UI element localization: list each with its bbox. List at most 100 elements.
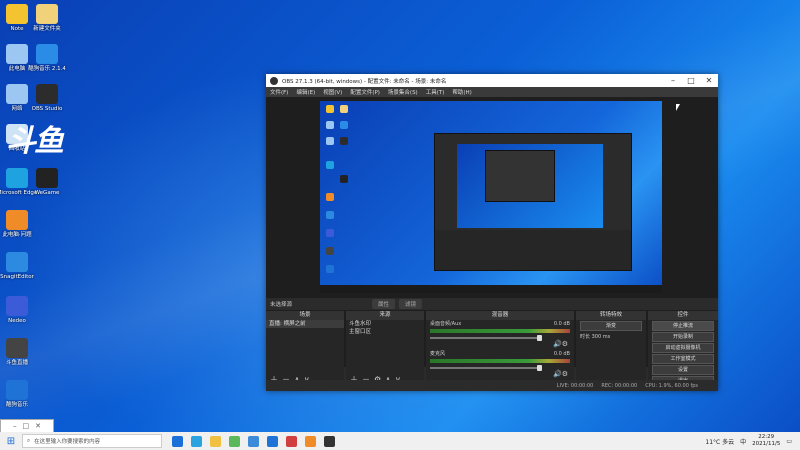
scenes-header: 场景 <box>266 311 344 320</box>
channel-name: 麦克风 <box>430 351 446 357</box>
duration-label: 时长 <box>580 334 591 340</box>
menu-file[interactable]: 文件(F) <box>270 88 288 96</box>
duration-input[interactable]: 300 ms <box>592 334 611 340</box>
start-recording-button[interactable]: 开始录制 <box>652 332 714 342</box>
mixer-header: 混音器 <box>426 311 574 320</box>
taskbar: ⊞ ⌕ 在这里输入你要搜索的内容 11°C 多云 中 22:29 2021/11… <box>0 432 800 450</box>
properties-button[interactable]: 属性 <box>372 299 396 309</box>
minimize-icon[interactable]: – <box>13 422 17 430</box>
pinned-apps <box>172 435 335 447</box>
status-bar: LIVE: 00:00:00 REC: 00:00:00 CPU: 1.9%, … <box>266 380 718 391</box>
volume-slider[interactable] <box>430 335 542 341</box>
search-box[interactable]: ⌕ 在这里输入你要搜索的内容 <box>22 434 162 448</box>
notification-popup[interactable]: – □ ✕ <box>0 419 54 433</box>
rec-time: REC: 00:00:00 <box>601 382 638 389</box>
menu-view[interactable]: 视图(V) <box>323 88 342 96</box>
input-language[interactable]: 中 <box>740 437 746 446</box>
preview-icon <box>340 175 348 183</box>
taskbar-app-icon[interactable] <box>210 435 221 447</box>
maximize-icon[interactable]: □ <box>682 76 700 85</box>
menu-profile[interactable]: 配置文件(P) <box>350 88 380 96</box>
desktop-icon[interactable]: 酷狗音乐 <box>0 380 40 409</box>
menu-help[interactable]: 帮助(H) <box>452 88 471 96</box>
weather[interactable]: 11°C 多云 <box>705 437 734 446</box>
app-icon <box>6 380 28 400</box>
preview-icon <box>326 161 334 169</box>
desktop-icon[interactable]: SnagitEditor <box>0 252 40 281</box>
controls-header: 控件 <box>648 311 718 320</box>
menu-bar: 文件(F) 编辑(E) 视图(V) 配置文件(P) 场景集合(S) 工具(T) … <box>266 87 718 97</box>
speaker-icon[interactable]: 🔊⚙ <box>553 370 568 378</box>
stop-streaming-button[interactable]: 停止推流 <box>652 321 714 331</box>
transition-select[interactable]: 渐变 <box>580 321 642 331</box>
volume-slider[interactable] <box>430 365 542 371</box>
clock[interactable]: 22:29 2021/11/5 <box>752 434 780 448</box>
desktop-icon[interactable]: WeGame <box>24 168 70 197</box>
desktop-icon[interactable]: 新建文件夹 <box>24 4 70 33</box>
preview-icon <box>326 229 334 237</box>
desktop-icon-label: WeGame <box>34 190 60 196</box>
nested-obs-capture <box>434 133 632 271</box>
desktop-icon-label: 新建文件夹 <box>33 26 61 32</box>
preview-icon <box>340 105 348 113</box>
no-source-label: 未选择源 <box>270 302 293 308</box>
menu-tools[interactable]: 工具(T) <box>426 88 445 96</box>
desktop-icon[interactable]: 斗鱼直播 <box>0 338 40 367</box>
controls-dock: 控件 停止推流 开始录制 启动虚拟摄像机 工作室模式 设置 退出 <box>648 311 718 389</box>
preview-icon <box>326 137 334 145</box>
source-toolbar: 未选择源 属性 滤镜 <box>266 298 718 310</box>
preview-icon <box>326 121 334 129</box>
preview-icon <box>340 137 348 145</box>
volume-meter <box>430 329 570 333</box>
preview-icon <box>326 193 334 201</box>
taskbar-app-icon[interactable] <box>229 435 240 447</box>
settings-button[interactable]: 设置 <box>652 365 714 375</box>
taskbar-app-icon[interactable] <box>172 435 183 447</box>
stream-preview[interactable] <box>320 101 662 293</box>
maximize-icon[interactable]: □ <box>23 422 30 430</box>
studio-mode-button[interactable]: 工作室模式 <box>652 354 714 364</box>
taskbar-app-icon[interactable] <box>191 435 202 447</box>
preview-icon <box>326 265 334 273</box>
desktop-icon[interactable]: 酷狗音乐 2.1.4 <box>24 44 70 73</box>
filters-button[interactable]: 滤镜 <box>399 299 423 309</box>
virtual-camera-button[interactable]: 启动虚拟摄像机 <box>652 343 714 353</box>
source-item[interactable]: 斗鱼水印 <box>346 320 424 328</box>
taskbar-app-icon[interactable] <box>248 435 259 447</box>
source-item[interactable]: 主窗口区 <box>346 328 424 336</box>
date: 2021/11/5 <box>752 441 781 447</box>
desktop-icon[interactable]: Nedeo <box>0 296 40 325</box>
desktop-icon[interactable]: OBS Studio <box>24 84 70 113</box>
minimize-icon[interactable]: – <box>664 76 682 85</box>
scene-item[interactable]: 直播: 横屏之前 <box>266 320 344 328</box>
mixer-channel: 桌面音频/Aux 0.0 dB 🔊⚙ <box>426 320 574 350</box>
taskbar-app-icon[interactable] <box>286 435 297 447</box>
preview-icon <box>326 247 334 255</box>
window-title: OBS 27.1.3 (64-bit, windows) - 配置文件: 未命名… <box>282 78 447 85</box>
live-time: LIVE: 00:00:00 <box>556 382 594 389</box>
sources-header: 来源 <box>346 311 424 320</box>
taskbar-app-icon[interactable] <box>324 435 335 447</box>
desktop-icon-label: 此电脑·问题 <box>2 232 32 238</box>
preview-icon <box>326 211 334 219</box>
taskbar-app-icon[interactable] <box>305 435 316 447</box>
transitions-header: 转场特效 <box>576 311 646 320</box>
mouse-cursor <box>676 104 680 111</box>
title-bar[interactable]: OBS 27.1.3 (64-bit, windows) - 配置文件: 未命名… <box>266 74 718 87</box>
windows-start-icon[interactable]: ⊞ <box>0 436 22 447</box>
dock-row: 场景 直播: 横屏之前 ＋－∧∨ 来源 斗鱼水印 主窗口区 ＋－⚙∧∨ 混音器 … <box>266 311 718 389</box>
close-icon[interactable]: ✕ <box>35 422 41 430</box>
preview-taskbar <box>320 285 662 293</box>
desktop-icon[interactable]: 此电脑·问题 <box>0 210 40 239</box>
taskbar-app-icon[interactable] <box>267 435 278 447</box>
close-icon[interactable]: ✕ <box>700 76 718 85</box>
channel-db: 0.0 dB <box>553 351 570 357</box>
transitions-dock: 转场特效 渐变 时长 300 ms <box>576 311 646 389</box>
menu-scene-collection[interactable]: 场景集合(S) <box>388 88 418 96</box>
desktop-icon-label: 酷狗音乐 <box>5 402 28 408</box>
notification-icon[interactable]: ▭ <box>786 438 792 445</box>
app-icon <box>6 210 28 230</box>
app-icon <box>36 4 58 24</box>
menu-edit[interactable]: 编辑(E) <box>296 88 315 96</box>
speaker-icon[interactable]: 🔊⚙ <box>553 340 568 348</box>
